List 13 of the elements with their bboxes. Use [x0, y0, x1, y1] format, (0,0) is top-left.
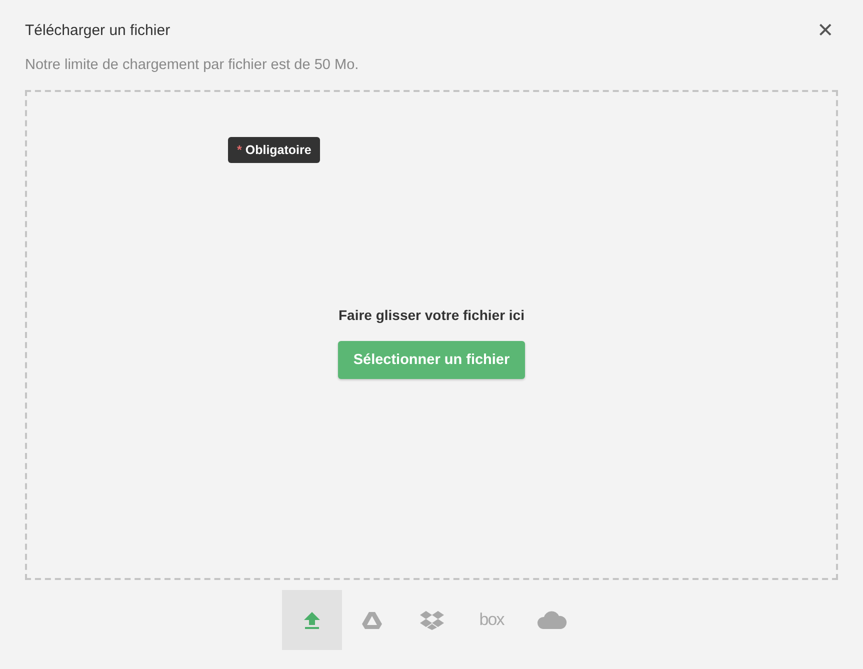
source-tab[interactable] [282, 590, 342, 650]
upload-icon [302, 610, 322, 630]
dialog-title: Télécharger un fichier [25, 22, 170, 38]
close-button[interactable]: ✕ [813, 18, 838, 42]
tooltip-text: Obligatoire [245, 143, 312, 157]
box-logo-text: box [479, 610, 504, 630]
drop-prompt: Faire glisser votre fichier ici [338, 307, 524, 323]
triangle-icon [360, 610, 382, 630]
required-asterisk: * [237, 143, 242, 157]
box-pattern-icon [420, 610, 444, 630]
drop-zone[interactable]: * Obligatoire Faire glisser votre fichier ici Sélectionner un fichier [25, 90, 838, 580]
upload-limit-text: Notre limite de chargement par fichier est de 50 Mo. [25, 57, 360, 73]
cloud-icon [536, 611, 566, 629]
